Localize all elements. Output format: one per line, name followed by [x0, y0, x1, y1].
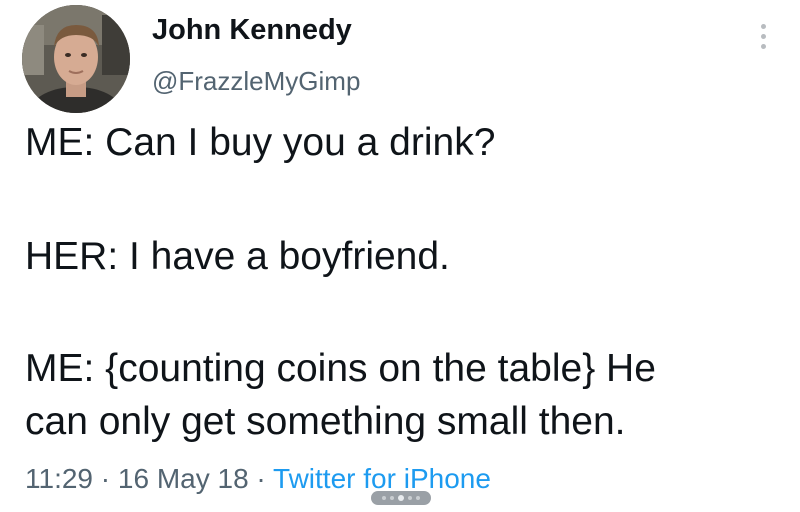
page-dot-active — [398, 495, 404, 501]
avatar[interactable] — [22, 5, 130, 113]
page-dot — [416, 496, 420, 500]
profile-photo-icon — [22, 5, 130, 113]
vertical-ellipsis-icon — [760, 43, 766, 49]
tweet-text-line: HER: I have a boyfriend. — [25, 235, 450, 278]
tweet-time[interactable]: 11:29 — [25, 463, 93, 494]
meta-separator: · — [248, 463, 274, 494]
tweet-date[interactable]: 16 May 18 — [118, 463, 249, 494]
tweet-text-line: can only get something small then. — [25, 400, 626, 443]
author-handle[interactable]: @FrazzleMyGimp — [152, 66, 360, 97]
page-dot — [390, 496, 394, 500]
page-indicator — [371, 491, 431, 505]
author-name[interactable]: John Kennedy — [152, 14, 352, 47]
tweet-text-line: ME: Can I buy you a drink? — [25, 121, 496, 164]
more-options-button[interactable] — [748, 14, 778, 58]
meta-separator: · — [93, 463, 118, 494]
tweet-text-line: ME: {counting coins on the table} He — [25, 347, 656, 390]
page-dot — [408, 496, 412, 500]
vertical-ellipsis-icon — [760, 23, 766, 29]
tweet-source-link[interactable]: Twitter for iPhone — [273, 463, 491, 494]
vertical-ellipsis-icon — [760, 33, 766, 39]
page-dot — [382, 496, 386, 500]
tweet-card: John Kennedy @FrazzleMyGimp ME: Can I bu… — [0, 0, 800, 512]
